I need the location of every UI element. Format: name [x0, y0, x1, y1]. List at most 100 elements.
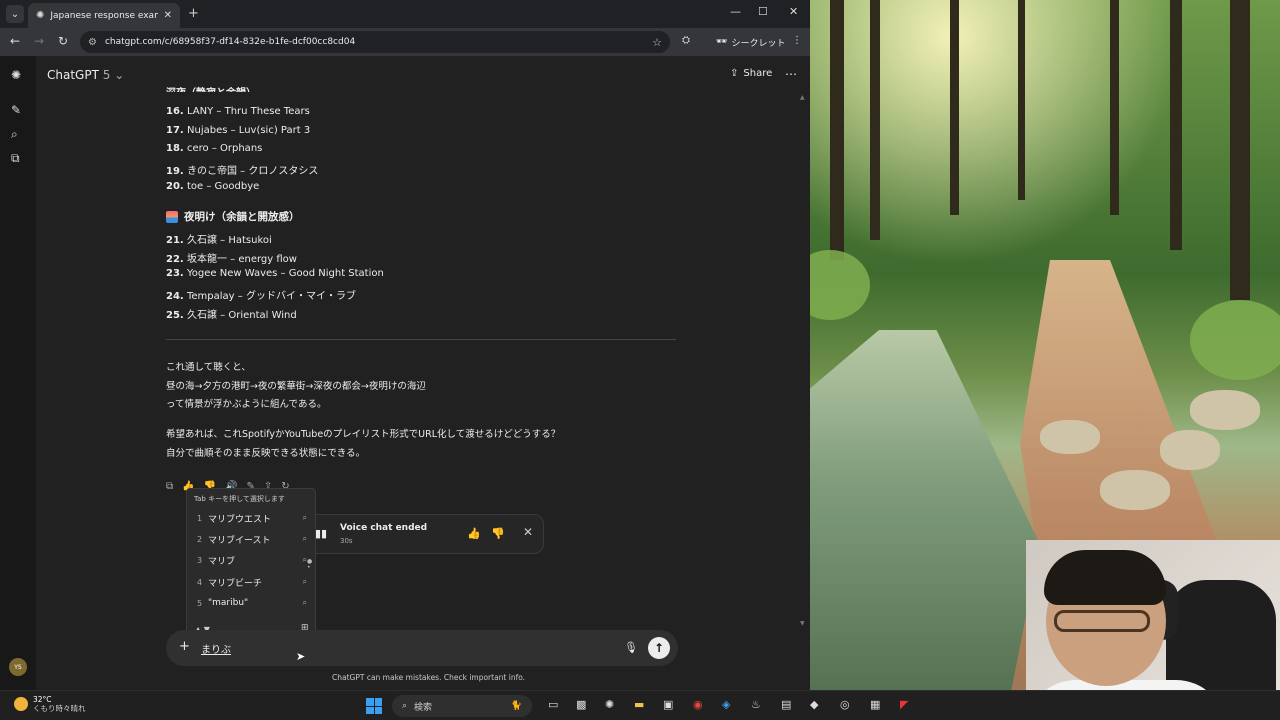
- extension-icon[interactable]: ⛭: [682, 35, 690, 46]
- steam-icon[interactable]: ♨: [751, 698, 761, 711]
- thumbs-up-icon[interactable]: 👍: [467, 527, 481, 540]
- openai-logo-icon[interactable]: ✺: [11, 68, 21, 82]
- section-heading-late-night: 深夜（静寂と余韻）: [166, 84, 256, 92]
- send-button[interactable]: ↑: [648, 637, 670, 659]
- ime-candidate-window: Tab キーを押して選択します 1 マリブウエスト ⌕ 2 マリブイースト ⌕ 3 マリブ…: [186, 488, 316, 640]
- reload-icon[interactable]: ↻: [58, 34, 68, 48]
- ime-candidate[interactable]: 3 マリブ ⌕: [197, 551, 307, 569]
- section-heading-dawn: 夜明け（余韻と開放感）: [166, 209, 300, 224]
- weather-description: くもり時々晴れ: [33, 704, 86, 713]
- openai-icon: ✺: [36, 10, 45, 21]
- file-explorer-icon[interactable]: ▬: [634, 698, 644, 711]
- tab-strip: ⌄ ✺ Japanese response example ✕ + — ☐ ✕: [0, 0, 810, 28]
- disclaimer: ChatGPT can make mistakes. Check importa…: [332, 673, 526, 682]
- notepad-icon[interactable]: ▤: [781, 698, 791, 711]
- list-item: 20. toe – Goodbye: [166, 181, 260, 192]
- browser-tab[interactable]: ✺ Japanese response example ✕: [28, 3, 180, 28]
- app-icon[interactable]: ◈: [722, 698, 730, 711]
- ime-candidate[interactable]: 2 マリブイースト ⌕: [197, 530, 307, 548]
- arrow-up-icon: ↑: [653, 641, 665, 655]
- chatgpt-app-icon[interactable]: ✺: [605, 698, 614, 711]
- new-chat-icon[interactable]: ✎: [11, 103, 21, 117]
- list-item: 16. LANY – Thru These Tears: [166, 106, 310, 117]
- browser-window: ⌄ ✺ Japanese response example ✕ + — ☐ ✕ …: [0, 0, 810, 690]
- windows-start-icon[interactable]: [366, 698, 382, 714]
- incognito-indicator[interactable]: 🕶 シークレット: [716, 33, 785, 51]
- list-item: 17. Nujabes – Luv(sic) Part 3: [166, 125, 311, 136]
- weather-widget[interactable]: 32°C くもり時々晴れ: [14, 695, 86, 713]
- minimize-icon[interactable]: —: [730, 5, 741, 18]
- search-icon: ⌕: [402, 701, 408, 711]
- search-icon: ⌕: [302, 513, 307, 522]
- avatar-initials: YS: [14, 663, 22, 671]
- site-info-icon[interactable]: ⚙: [88, 37, 97, 48]
- incognito-label: シークレット: [731, 38, 786, 49]
- list-item: 19. きのこ帝国 – クロノスタシス: [166, 166, 319, 177]
- address-bar[interactable]: ⚙ chatgpt.com/c/68958f37-df14-832e-b1fe-…: [80, 31, 670, 53]
- avatar[interactable]: YS: [9, 658, 27, 676]
- scroll-up-icon[interactable]: ▲: [800, 94, 805, 101]
- tab-list-button[interactable]: ⌄: [6, 5, 24, 23]
- voice-chat-ended-card: ▮▮ Voice chat ended 30s 👍 👎 ✕: [304, 514, 544, 554]
- taskbar: 32°C くもり時々晴れ ⌕ 検索 🐈 ▭ ▩ ✺ ▬ ▣ ◉ ◈ ♨ ▤ ◆ …: [0, 690, 1280, 720]
- temperature: 32°C: [33, 695, 52, 704]
- close-icon[interactable]: ✕: [523, 525, 533, 539]
- maximize-icon[interactable]: ☐: [758, 5, 768, 18]
- weather-icon: [14, 697, 28, 711]
- model-selector[interactable]: ChatGPT 5 ⌄: [47, 68, 124, 82]
- app-icon[interactable]: ◎: [840, 698, 850, 711]
- share-icon: ⇪: [730, 68, 739, 79]
- ime-hint: Tab キーを押して選択します: [194, 495, 285, 503]
- chat-main: ChatGPT 5 ⌄ ⇪ Share ⋯ ▲ ▼ 深夜（静寂と余韻） 16.L…: [36, 56, 810, 690]
- search-chats-icon[interactable]: ⌕: [11, 127, 18, 142]
- store-icon[interactable]: ▣: [663, 698, 673, 711]
- bookmark-star-icon[interactable]: ☆: [652, 36, 662, 49]
- app-icon[interactable]: ◤: [900, 698, 908, 711]
- message-composer[interactable]: + まりぶ 🎙 ↑: [166, 630, 678, 666]
- minecraft-icon[interactable]: ▩: [576, 698, 586, 711]
- thumbs-down-icon[interactable]: 👎: [491, 527, 505, 540]
- page-indicator: ● •: [307, 558, 313, 571]
- mouse-cursor-icon: ➤: [296, 650, 306, 663]
- search-icon: ⌕: [302, 598, 307, 607]
- browser-menu-icon[interactable]: ⋮: [792, 35, 802, 46]
- close-window-icon[interactable]: ✕: [789, 5, 798, 18]
- add-attachment-icon[interactable]: +: [179, 639, 190, 654]
- search-icon: ⌕: [302, 577, 307, 586]
- scroll-down-icon[interactable]: ▼: [800, 620, 805, 627]
- share-label: Share: [743, 68, 773, 79]
- new-tab-button[interactable]: +: [188, 6, 199, 21]
- screen: ⌄ ✺ Japanese response example ✕ + — ☐ ✕ …: [0, 0, 1280, 720]
- mic-icon[interactable]: 🎙: [624, 641, 638, 654]
- epic-games-icon[interactable]: ▦: [870, 698, 880, 711]
- chrome-icon[interactable]: ◉: [693, 698, 703, 711]
- tab-title: Japanese response example: [50, 10, 157, 21]
- more-options-icon[interactable]: ⋯: [785, 67, 797, 81]
- library-icon[interactable]: ⧉: [11, 151, 20, 166]
- app-title: ChatGPT: [47, 68, 99, 82]
- divider: [166, 339, 676, 340]
- taskbar-search[interactable]: ⌕ 検索 🐈: [392, 695, 532, 717]
- close-icon[interactable]: ✕: [164, 10, 172, 21]
- composer-input[interactable]: まりぶ: [201, 641, 231, 656]
- ime-candidate[interactable]: 1 マリブウエスト ⌕: [197, 509, 307, 527]
- forward-icon[interactable]: →: [34, 34, 44, 48]
- share-button[interactable]: ⇪ Share: [730, 68, 772, 79]
- voice-duration: 30s: [340, 537, 353, 545]
- waveform-icon: ▮▮: [315, 527, 328, 540]
- task-view-icon[interactable]: ▭: [548, 698, 558, 711]
- taskbar-search-placeholder: 検索: [414, 702, 433, 713]
- list-item: 23. Yogee New Waves – Good Night Station: [166, 268, 384, 279]
- list-item: 18. cero – Orphans: [166, 143, 263, 154]
- offer-paragraph: 希望あれば、これSpotifyかYouTubeのプレイリスト形式でURL化して渡…: [166, 429, 561, 459]
- copy-icon[interactable]: ⧉: [166, 481, 173, 492]
- list-item: 22. 坂本龍一 – energy flow: [166, 254, 297, 265]
- voice-title: Voice chat ended: [340, 523, 428, 533]
- incognito-icon: 🕶: [716, 37, 728, 47]
- ime-candidate[interactable]: 4 マリブビーチ ⌕: [197, 573, 307, 591]
- back-icon[interactable]: ←: [10, 34, 20, 48]
- list-item: 24. Tempalay – グッドバイ・マイ・ラブ: [166, 291, 356, 302]
- ime-candidate[interactable]: 5 "maribu" ⌕: [197, 594, 307, 612]
- sunrise-icon: [166, 210, 178, 223]
- app-icon[interactable]: ◆: [810, 698, 818, 711]
